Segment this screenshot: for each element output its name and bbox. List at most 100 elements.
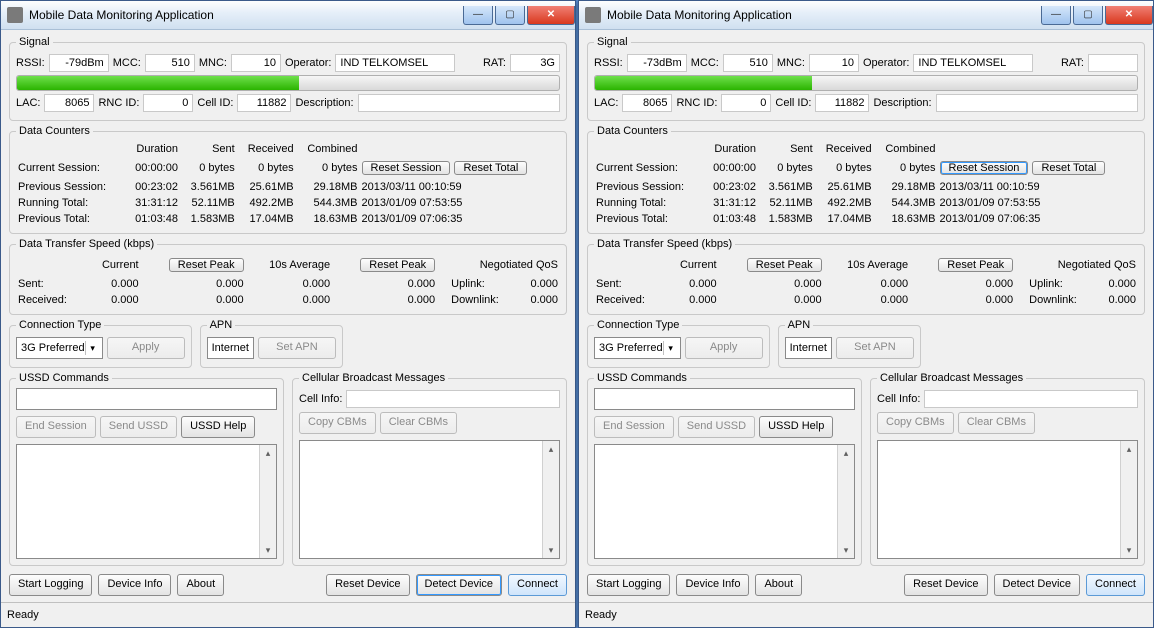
set-apn-button[interactable]: Set APN <box>258 337 336 359</box>
statusbar: Ready <box>1 602 575 627</box>
detect-device-button[interactable]: Detect Device <box>416 574 502 596</box>
apn-input[interactable]: Internet <box>207 337 254 359</box>
scrollbar[interactable]: ▴▾ <box>837 445 854 558</box>
reset-peak-1-button[interactable]: Reset Peak <box>747 258 822 272</box>
hdr-received: Received <box>237 141 296 157</box>
device-info-button[interactable]: Device Info <box>98 574 171 596</box>
connect-button[interactable]: Connect <box>1086 574 1145 596</box>
reset-peak-2-button[interactable]: Reset Peak <box>938 258 1013 272</box>
connection-type-select[interactable]: 3G Preferred▾ <box>594 337 681 359</box>
ussd-help-button[interactable]: USSD Help <box>181 416 255 438</box>
operator-label: Operator: <box>863 57 909 69</box>
send-ussd-button[interactable]: Send USSD <box>678 416 755 438</box>
qos-hdr: Negotiated QoS <box>449 254 560 276</box>
row-label: Running Total: <box>16 195 125 211</box>
about-button[interactable]: About <box>177 574 224 596</box>
hdr-sent: Sent <box>180 141 237 157</box>
apply-button[interactable]: Apply <box>685 337 763 359</box>
ussd-input[interactable] <box>594 388 855 410</box>
close-button[interactable]: ✕ <box>1105 6 1153 25</box>
cellid-value: 11882 <box>237 94 291 112</box>
rat-label: RAT: <box>1061 57 1084 69</box>
clear-cbm-button[interactable]: Clear CBMs <box>380 412 457 434</box>
maximize-button[interactable]: ▢ <box>495 6 525 25</box>
send-ussd-button[interactable]: Send USSD <box>100 416 177 438</box>
reset-session-button[interactable]: Reset Session <box>940 161 1029 175</box>
cbm-legend: Cellular Broadcast Messages <box>299 372 448 384</box>
minimize-button[interactable]: — <box>1041 6 1071 25</box>
start-logging-button[interactable]: Start Logging <box>587 574 670 596</box>
set-apn-button[interactable]: Set APN <box>836 337 914 359</box>
scrollbar[interactable]: ▴▾ <box>1120 441 1137 558</box>
ussd-output[interactable]: ▴▾ <box>16 444 277 559</box>
reset-device-button[interactable]: Reset Device <box>326 574 409 596</box>
rncid-label: RNC ID: <box>98 97 139 109</box>
lac-label: LAC: <box>594 97 618 109</box>
speed-recv-qval: 0.000 <box>1096 292 1138 308</box>
end-session-button[interactable]: End Session <box>16 416 96 438</box>
copy-cbm-button[interactable]: Copy CBMs <box>877 412 954 434</box>
clear-cbm-button[interactable]: Clear CBMs <box>958 412 1035 434</box>
speed-legend: Data Transfer Speed (kbps) <box>594 238 735 250</box>
row-duration: 31:31:12 <box>703 195 758 211</box>
speed-sent-qval: 0.000 <box>518 276 560 292</box>
ussd-output[interactable]: ▴▾ <box>594 444 855 559</box>
lac-value: 8065 <box>44 94 94 112</box>
maximize-button[interactable]: ▢ <box>1073 6 1103 25</box>
cbm-group: Cellular Broadcast MessagesCell Info:Cop… <box>870 372 1145 566</box>
row-received: 25.61MB <box>237 179 296 195</box>
speed-table: CurrentReset Peak10s AverageReset PeakNe… <box>594 254 1138 308</box>
apply-button[interactable]: Apply <box>107 337 185 359</box>
minimize-button[interactable]: — <box>463 6 493 25</box>
row-timestamp: 2013/01/09 07:06:35 <box>360 211 561 227</box>
row-duration: 00:23:02 <box>703 179 758 195</box>
speed-recv-v3: 0.000 <box>910 292 1015 308</box>
start-logging-button[interactable]: Start Logging <box>9 574 92 596</box>
speed-sent-label: Sent: <box>16 276 86 292</box>
speed-recv-qlabel: Downlink: <box>1027 292 1096 308</box>
titlebar: Mobile Data Monitoring Application—▢✕ <box>1 1 575 30</box>
cellinfo-label: Cell Info: <box>877 393 920 405</box>
speed-recv-v1: 0.000 <box>719 292 824 308</box>
connection-type-select[interactable]: 3G Preferred▾ <box>16 337 103 359</box>
mnc-label: MNC: <box>199 57 227 69</box>
row-sent: 52.11MB <box>180 195 237 211</box>
mnc-label: MNC: <box>777 57 805 69</box>
speed-recv: Received:0.0000.0000.0000.000Downlink:0.… <box>16 292 560 308</box>
reset-total-button[interactable]: Reset Total <box>454 161 527 175</box>
reset-total-button[interactable]: Reset Total <box>1032 161 1105 175</box>
connect-button[interactable]: Connect <box>508 574 567 596</box>
connection-group: Connection Type3G Preferred▾Apply <box>587 319 770 368</box>
copy-cbm-button[interactable]: Copy CBMs <box>299 412 376 434</box>
detect-device-button[interactable]: Detect Device <box>994 574 1080 596</box>
scrollbar[interactable]: ▴▾ <box>542 441 559 558</box>
titlebar: Mobile Data Monitoring Application—▢✕ <box>579 1 1153 30</box>
speed-recv-qlabel: Downlink: <box>449 292 518 308</box>
rat-label: RAT: <box>483 57 506 69</box>
row-timestamp: 2013/01/09 07:53:55 <box>938 195 1139 211</box>
row-sent: 1.583MB <box>180 211 237 227</box>
signal-bar <box>594 75 1138 91</box>
reset-session-button[interactable]: Reset Session <box>362 161 451 175</box>
speed-sent-label: Sent: <box>594 276 664 292</box>
speed-sent-qval: 0.000 <box>1096 276 1138 292</box>
cbm-output[interactable]: ▴▾ <box>877 440 1138 559</box>
row-sent: 1.583MB <box>758 211 815 227</box>
reset-peak-1-button[interactable]: Reset Peak <box>169 258 244 272</box>
apn-input[interactable]: Internet <box>785 337 832 359</box>
about-button[interactable]: About <box>755 574 802 596</box>
cbm-output[interactable]: ▴▾ <box>299 440 560 559</box>
lac-value: 8065 <box>622 94 672 112</box>
device-info-button[interactable]: Device Info <box>676 574 749 596</box>
close-button[interactable]: ✕ <box>527 6 575 25</box>
reset-peak-2-button[interactable]: Reset Peak <box>360 258 435 272</box>
scrollbar[interactable]: ▴▾ <box>259 445 276 558</box>
hdr-received: Received <box>815 141 874 157</box>
ussd-help-button[interactable]: USSD Help <box>759 416 833 438</box>
end-session-button[interactable]: End Session <box>594 416 674 438</box>
ussd-input[interactable] <box>16 388 277 410</box>
row-label: Previous Session: <box>16 179 125 195</box>
app-icon <box>7 7 23 23</box>
cellid-label: Cell ID: <box>775 97 811 109</box>
reset-device-button[interactable]: Reset Device <box>904 574 987 596</box>
